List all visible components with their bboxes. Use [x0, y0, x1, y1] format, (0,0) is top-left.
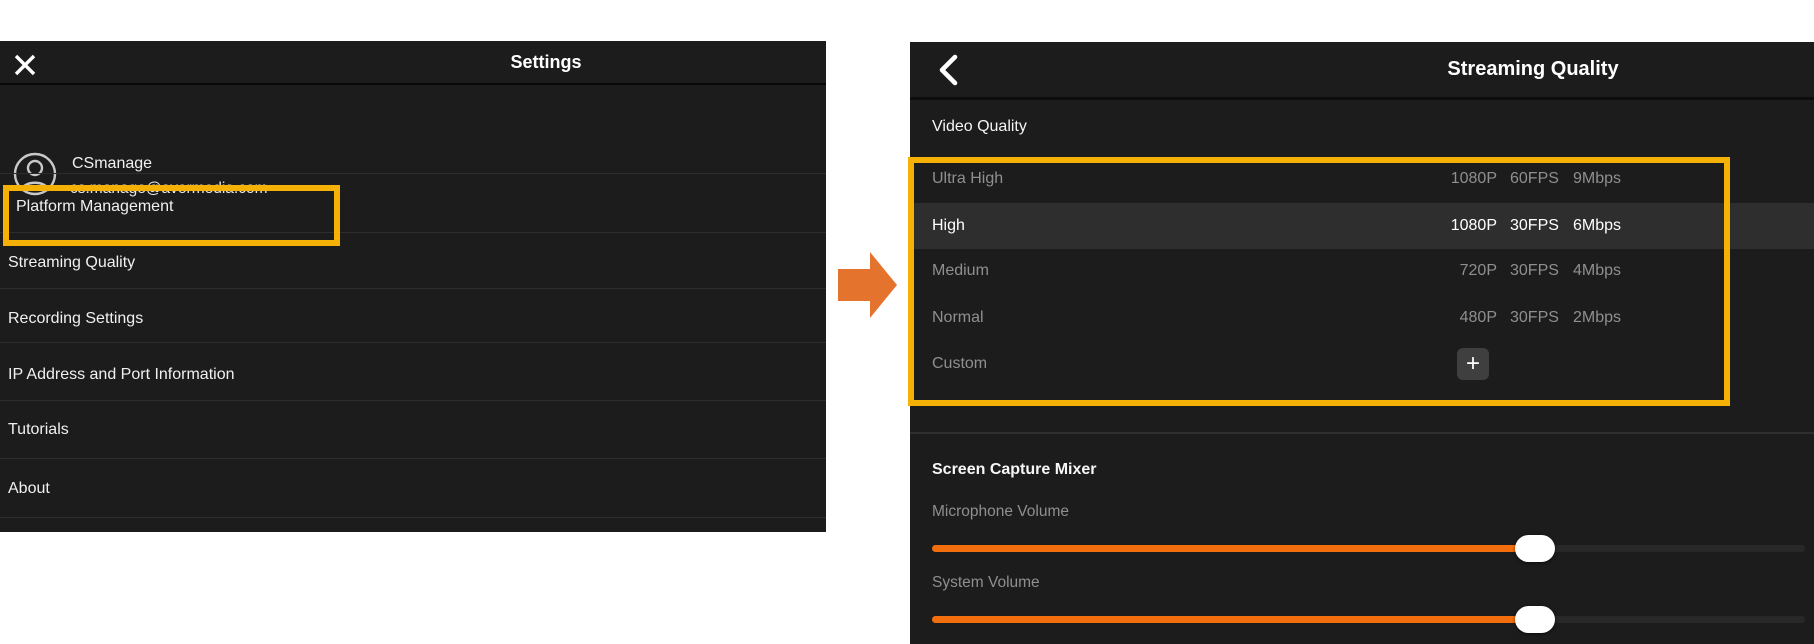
page-title: Settings: [440, 52, 652, 73]
account-name: CSmanage: [72, 155, 152, 173]
page-title: Streaming Quality: [1433, 58, 1633, 81]
quality-label: Ultra High: [932, 170, 1003, 188]
add-custom-quality-button[interactable]: +: [1457, 348, 1489, 380]
quality-resolution: 480P: [1420, 309, 1497, 327]
quality-label: Custom: [932, 355, 987, 373]
quality-label: Medium: [932, 262, 989, 280]
arrow-right-icon: [838, 252, 897, 318]
quality-fps: 30FPS: [1510, 309, 1559, 327]
sidebar-item-tutorials[interactable]: Tutorials: [0, 400, 826, 458]
streaming-quality-screen: Streaming Quality Video Quality Ultra Hi…: [910, 42, 1814, 644]
quality-row-ultra-high[interactable]: Ultra High 1080P 60FPS 9Mbps: [910, 157, 1730, 203]
quality-resolution: 1080P: [1420, 217, 1497, 235]
slider-fill: [932, 616, 1535, 623]
quality-fps: 60FPS: [1510, 170, 1559, 188]
sidebar-item-platform-management[interactable]: Platform Management: [0, 173, 826, 232]
sidebar-item-ip-address[interactable]: IP Address and Port Information: [0, 342, 826, 400]
slider-knob[interactable]: [1515, 606, 1555, 633]
back-button[interactable]: [936, 54, 962, 86]
quality-resolution: 1080P: [1420, 170, 1497, 188]
quality-bitrate: 2Mbps: [1573, 309, 1621, 327]
quality-row-high[interactable]: High 1080P 30FPS 6Mbps: [910, 203, 1730, 249]
quality-row-normal[interactable]: Normal 480P 30FPS 2Mbps: [910, 295, 1730, 341]
close-button[interactable]: [13, 52, 39, 78]
menu-item-label: About: [8, 480, 50, 498]
video-quality-section-label: Video Quality: [932, 118, 1027, 136]
menu-item-label: Tutorials: [8, 421, 69, 439]
quality-fps: 30FPS: [1510, 262, 1559, 280]
menu-item-label: Recording Settings: [8, 310, 143, 328]
section-divider: [910, 432, 1814, 434]
quality-bitrate: 6Mbps: [1573, 217, 1621, 235]
quality-fps: 30FPS: [1510, 217, 1559, 235]
screenshot-canvas: Settings CSmanage cs.manage@avermedia.co…: [0, 0, 1814, 644]
close-icon: [13, 53, 39, 77]
chevron-left-icon: [936, 54, 962, 86]
settings-screen: Settings CSmanage cs.manage@avermedia.co…: [0, 41, 826, 532]
row-divider: [0, 517, 826, 518]
menu-item-label: Streaming Quality: [8, 254, 135, 272]
account-row[interactable]: CSmanage cs.manage@avermedia.com: [0, 85, 826, 173]
slider-knob[interactable]: [1515, 535, 1555, 562]
quality-label: Normal: [932, 309, 984, 327]
system-volume-label: System Volume: [932, 574, 1040, 592]
quality-label: High: [932, 217, 965, 235]
quality-row-medium[interactable]: Medium 720P 30FPS 4Mbps: [910, 249, 1730, 295]
mixer-section-label: Screen Capture Mixer: [932, 461, 1097, 479]
sidebar-item-recording-settings[interactable]: Recording Settings: [0, 288, 826, 342]
menu-item-label: IP Address and Port Information: [8, 366, 235, 384]
sidebar-item-about[interactable]: About: [0, 458, 826, 517]
menu-item-label: Platform Management: [16, 198, 173, 216]
quality-bitrate: 9Mbps: [1573, 170, 1621, 188]
header-divider: [910, 97, 1814, 100]
sidebar-item-streaming-quality[interactable]: Streaming Quality: [0, 232, 826, 288]
microphone-volume-label: Microphone Volume: [932, 503, 1069, 521]
quality-row-custom: Custom +: [910, 341, 1730, 399]
quality-resolution: 720P: [1420, 262, 1497, 280]
slider-fill: [932, 545, 1535, 552]
plus-icon: +: [1466, 350, 1480, 377]
quality-bitrate: 4Mbps: [1573, 262, 1621, 280]
